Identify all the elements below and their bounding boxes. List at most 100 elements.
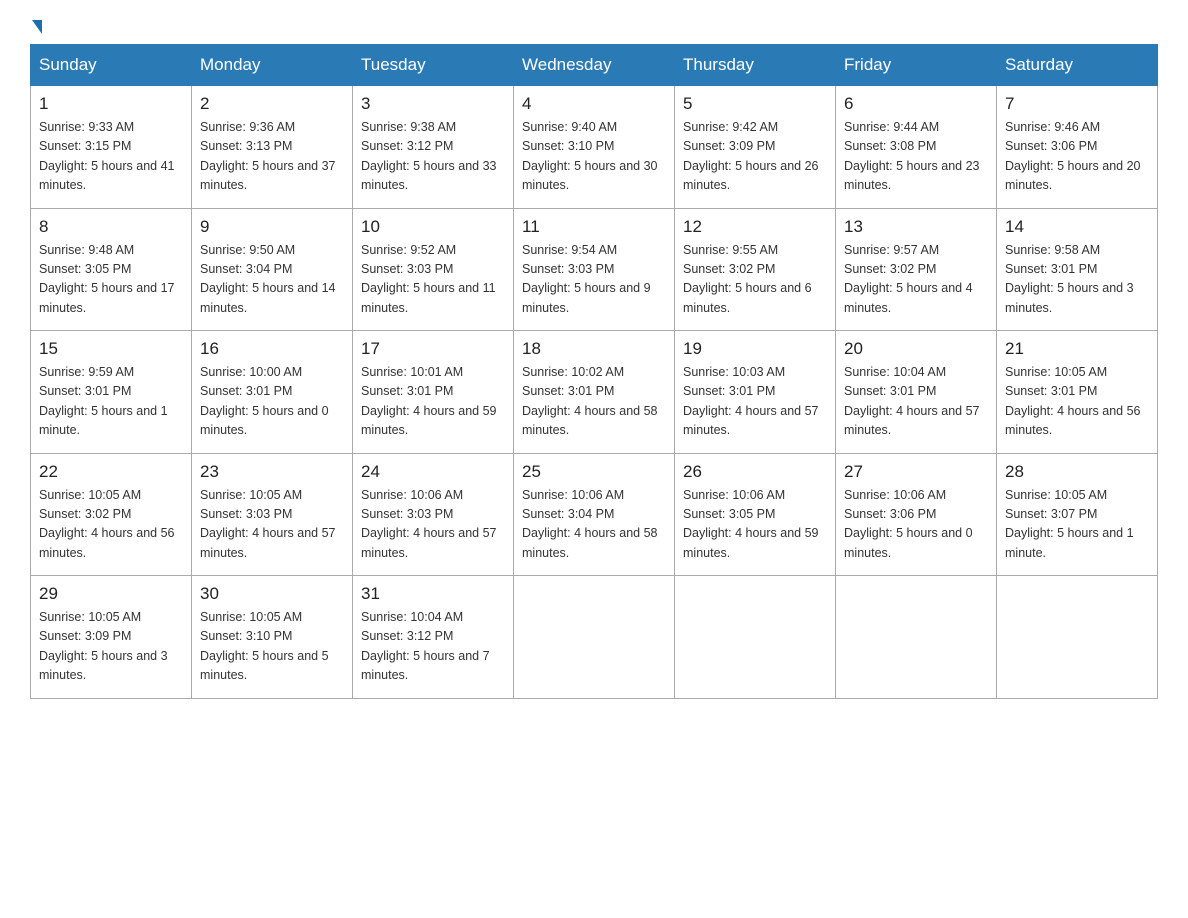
calendar-cell: 16 Sunrise: 10:00 AMSunset: 3:01 PMDaylig… bbox=[192, 331, 353, 454]
day-info: Sunrise: 9:40 AMSunset: 3:10 PMDaylight:… bbox=[522, 118, 666, 196]
day-info: Sunrise: 9:48 AMSunset: 3:05 PMDaylight:… bbox=[39, 241, 183, 319]
day-number: 15 bbox=[39, 339, 183, 359]
day-number: 20 bbox=[844, 339, 988, 359]
calendar-cell: 7 Sunrise: 9:46 AMSunset: 3:06 PMDaylight… bbox=[997, 86, 1158, 209]
calendar-table: SundayMondayTuesdayWednesdayThursdayFrid… bbox=[30, 44, 1158, 699]
day-info: Sunrise: 10:03 AMSunset: 3:01 PMDaylight… bbox=[683, 363, 827, 441]
day-info: Sunrise: 10:05 AMSunset: 3:07 PMDaylight… bbox=[1005, 486, 1149, 564]
day-number: 2 bbox=[200, 94, 344, 114]
day-info: Sunrise: 10:00 AMSunset: 3:01 PMDaylight… bbox=[200, 363, 344, 441]
day-number: 25 bbox=[522, 462, 666, 482]
day-info: Sunrise: 9:52 AMSunset: 3:03 PMDaylight:… bbox=[361, 241, 505, 319]
day-number: 13 bbox=[844, 217, 988, 237]
day-number: 19 bbox=[683, 339, 827, 359]
day-info: Sunrise: 10:06 AMSunset: 3:04 PMDaylight… bbox=[522, 486, 666, 564]
calendar-cell: 4Sunrise: 9:40 AMSunset: 3:10 PMDaylight… bbox=[514, 86, 675, 209]
calendar-cell: 12 Sunrise: 9:55 AMSunset: 3:02 PMDayligh… bbox=[675, 208, 836, 331]
day-number: 11 bbox=[522, 217, 666, 237]
day-info: Sunrise: 9:54 AMSunset: 3:03 PMDaylight:… bbox=[522, 241, 666, 319]
calendar-cell: 15 Sunrise: 9:59 AMSunset: 3:01 PMDayligh… bbox=[31, 331, 192, 454]
day-info: Sunrise: 9:46 AMSunset: 3:06 PMDaylight:… bbox=[1005, 118, 1149, 196]
day-info: Sunrise: 10:02 AMSunset: 3:01 PMDaylight… bbox=[522, 363, 666, 441]
day-info: Sunrise: 10:01 AMSunset: 3:01 PMDaylight… bbox=[361, 363, 505, 441]
calendar-cell: 27 Sunrise: 10:06 AMSunset: 3:06 PMDaylig… bbox=[836, 453, 997, 576]
calendar-cell: 13 Sunrise: 9:57 AMSunset: 3:02 PMDayligh… bbox=[836, 208, 997, 331]
day-number: 30 bbox=[200, 584, 344, 604]
calendar-cell: 3 Sunrise: 9:38 AMSunset: 3:12 PMDaylight… bbox=[353, 86, 514, 209]
day-info: Sunrise: 10:04 AMSunset: 3:01 PMDaylight… bbox=[844, 363, 988, 441]
calendar-cell bbox=[675, 576, 836, 699]
day-number: 14 bbox=[1005, 217, 1149, 237]
day-number: 6 bbox=[844, 94, 988, 114]
calendar-cell: 9Sunrise: 9:50 AMSunset: 3:04 PMDaylight… bbox=[192, 208, 353, 331]
calendar-week-row: 8Sunrise: 9:48 AMSunset: 3:05 PMDaylight… bbox=[31, 208, 1158, 331]
day-number: 17 bbox=[361, 339, 505, 359]
page-header bbox=[30, 20, 1158, 34]
day-info: Sunrise: 10:05 AMSunset: 3:02 PMDaylight… bbox=[39, 486, 183, 564]
calendar-cell: 14 Sunrise: 9:58 AMSunset: 3:01 PMDayligh… bbox=[997, 208, 1158, 331]
day-info: Sunrise: 10:06 AMSunset: 3:03 PMDaylight… bbox=[361, 486, 505, 564]
day-info: Sunrise: 9:59 AMSunset: 3:01 PMDaylight:… bbox=[39, 363, 183, 441]
day-number: 10 bbox=[361, 217, 505, 237]
calendar-cell: 25 Sunrise: 10:06 AMSunset: 3:04 PMDaylig… bbox=[514, 453, 675, 576]
weekday-header-monday: Monday bbox=[192, 45, 353, 86]
day-info: Sunrise: 10:05 AMSunset: 3:09 PMDaylight… bbox=[39, 608, 183, 686]
calendar-cell: 26Sunrise: 10:06 AMSunset: 3:05 PMDaylig… bbox=[675, 453, 836, 576]
day-info: Sunrise: 9:57 AMSunset: 3:02 PMDaylight:… bbox=[844, 241, 988, 319]
calendar-week-row: 1 Sunrise: 9:33 AMSunset: 3:15 PMDaylight… bbox=[31, 86, 1158, 209]
weekday-header-sunday: Sunday bbox=[31, 45, 192, 86]
day-info: Sunrise: 9:33 AMSunset: 3:15 PMDaylight:… bbox=[39, 118, 183, 196]
day-number: 28 bbox=[1005, 462, 1149, 482]
day-number: 29 bbox=[39, 584, 183, 604]
calendar-cell: 19 Sunrise: 10:03 AMSunset: 3:01 PMDaylig… bbox=[675, 331, 836, 454]
calendar-cell bbox=[997, 576, 1158, 699]
calendar-cell bbox=[514, 576, 675, 699]
calendar-header-row: SundayMondayTuesdayWednesdayThursdayFrid… bbox=[31, 45, 1158, 86]
calendar-cell: 24 Sunrise: 10:06 AMSunset: 3:03 PMDaylig… bbox=[353, 453, 514, 576]
day-info: Sunrise: 10:06 AMSunset: 3:05 PMDaylight… bbox=[683, 486, 827, 564]
day-info: Sunrise: 10:05 AMSunset: 3:10 PMDaylight… bbox=[200, 608, 344, 686]
weekday-header-wednesday: Wednesday bbox=[514, 45, 675, 86]
day-number: 16 bbox=[200, 339, 344, 359]
day-number: 12 bbox=[683, 217, 827, 237]
day-number: 3 bbox=[361, 94, 505, 114]
calendar-week-row: 15 Sunrise: 9:59 AMSunset: 3:01 PMDayligh… bbox=[31, 331, 1158, 454]
calendar-cell: 30 Sunrise: 10:05 AMSunset: 3:10 PMDaylig… bbox=[192, 576, 353, 699]
calendar-cell: 28 Sunrise: 10:05 AMSunset: 3:07 PMDaylig… bbox=[997, 453, 1158, 576]
calendar-cell: 1 Sunrise: 9:33 AMSunset: 3:15 PMDaylight… bbox=[31, 86, 192, 209]
day-info: Sunrise: 9:44 AMSunset: 3:08 PMDaylight:… bbox=[844, 118, 988, 196]
day-info: Sunrise: 9:38 AMSunset: 3:12 PMDaylight:… bbox=[361, 118, 505, 196]
weekday-header-saturday: Saturday bbox=[997, 45, 1158, 86]
day-number: 1 bbox=[39, 94, 183, 114]
calendar-cell: 18 Sunrise: 10:02 AMSunset: 3:01 PMDaylig… bbox=[514, 331, 675, 454]
day-number: 5 bbox=[683, 94, 827, 114]
day-info: Sunrise: 9:55 AMSunset: 3:02 PMDaylight:… bbox=[683, 241, 827, 319]
day-info: Sunrise: 10:06 AMSunset: 3:06 PMDaylight… bbox=[844, 486, 988, 564]
calendar-cell: 8Sunrise: 9:48 AMSunset: 3:05 PMDaylight… bbox=[31, 208, 192, 331]
calendar-cell: 29 Sunrise: 10:05 AMSunset: 3:09 PMDaylig… bbox=[31, 576, 192, 699]
day-number: 18 bbox=[522, 339, 666, 359]
calendar-cell: 2 Sunrise: 9:36 AMSunset: 3:13 PMDaylight… bbox=[192, 86, 353, 209]
day-number: 7 bbox=[1005, 94, 1149, 114]
day-number: 22 bbox=[39, 462, 183, 482]
weekday-header-tuesday: Tuesday bbox=[353, 45, 514, 86]
day-info: Sunrise: 9:36 AMSunset: 3:13 PMDaylight:… bbox=[200, 118, 344, 196]
calendar-week-row: 22 Sunrise: 10:05 AMSunset: 3:02 PMDaylig… bbox=[31, 453, 1158, 576]
day-number: 24 bbox=[361, 462, 505, 482]
calendar-cell: 11 Sunrise: 9:54 AMSunset: 3:03 PMDayligh… bbox=[514, 208, 675, 331]
day-info: Sunrise: 9:50 AMSunset: 3:04 PMDaylight:… bbox=[200, 241, 344, 319]
calendar-cell: 6 Sunrise: 9:44 AMSunset: 3:08 PMDaylight… bbox=[836, 86, 997, 209]
calendar-cell: 31Sunrise: 10:04 AMSunset: 3:12 PMDaylig… bbox=[353, 576, 514, 699]
weekday-header-thursday: Thursday bbox=[675, 45, 836, 86]
day-number: 27 bbox=[844, 462, 988, 482]
calendar-cell: 5 Sunrise: 9:42 AMSunset: 3:09 PMDaylight… bbox=[675, 86, 836, 209]
day-number: 31 bbox=[361, 584, 505, 604]
day-info: Sunrise: 10:05 AMSunset: 3:01 PMDaylight… bbox=[1005, 363, 1149, 441]
weekday-header-friday: Friday bbox=[836, 45, 997, 86]
day-info: Sunrise: 9:58 AMSunset: 3:01 PMDaylight:… bbox=[1005, 241, 1149, 319]
day-info: Sunrise: 9:42 AMSunset: 3:09 PMDaylight:… bbox=[683, 118, 827, 196]
logo-triangle-icon bbox=[32, 20, 42, 34]
day-info: Sunrise: 10:05 AMSunset: 3:03 PMDaylight… bbox=[200, 486, 344, 564]
calendar-cell: 17 Sunrise: 10:01 AMSunset: 3:01 PMDaylig… bbox=[353, 331, 514, 454]
day-number: 21 bbox=[1005, 339, 1149, 359]
